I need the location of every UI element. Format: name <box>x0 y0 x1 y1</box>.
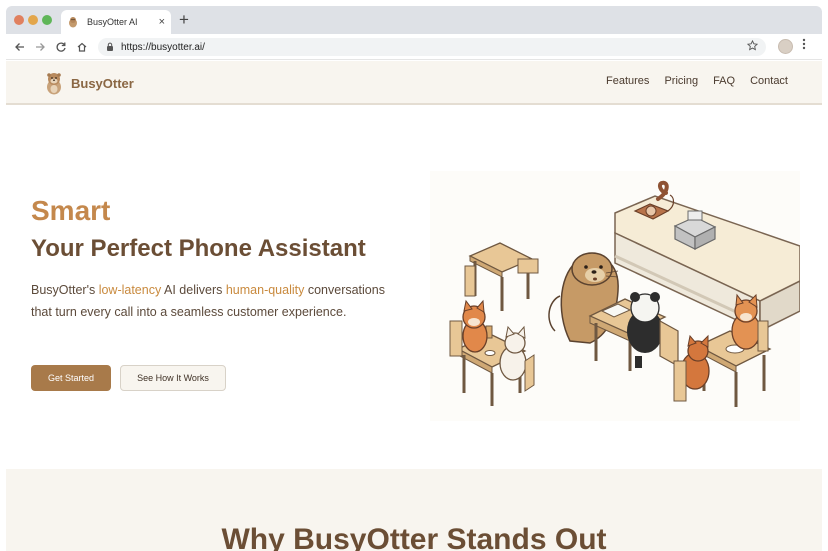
nav-faq[interactable]: FAQ <box>713 75 735 87</box>
hero-desc-highlight: low-latency <box>98 283 162 297</box>
brand-name: BusyOtter <box>71 75 134 91</box>
tab-bar: BusyOtter AI × + <box>6 6 822 34</box>
hero-title: Your Perfect Phone Assistant <box>31 235 366 262</box>
browser-tab[interactable]: BusyOtter AI × <box>61 10 171 34</box>
hero-desc-text: AI delivers <box>161 283 226 297</box>
maximize-window-button[interactable] <box>42 15 52 25</box>
home-icon[interactable] <box>74 39 90 55</box>
reload-icon[interactable] <box>53 39 69 55</box>
features-section: Why BusyOtter Stands Out <box>6 469 822 551</box>
hero-illustration <box>430 171 800 421</box>
menu-dots-icon[interactable] <box>802 38 806 53</box>
hero-desc-text: BusyOtter's <box>31 283 99 297</box>
main-nav: Features Pricing FAQ Contact <box>591 75 788 87</box>
close-window-button[interactable] <box>14 15 24 25</box>
tab-close-icon[interactable]: × <box>159 16 165 28</box>
nav-features[interactable]: Features <box>606 75 649 87</box>
nav-contact[interactable]: Contact <box>750 75 788 87</box>
features-title: Why BusyOtter Stands Out <box>221 523 607 551</box>
site-header: BusyOtter Features Pricing FAQ Contact <box>6 61 822 105</box>
forward-arrow-icon[interactable] <box>32 39 48 55</box>
profile-avatar[interactable] <box>778 39 793 54</box>
star-icon[interactable] <box>746 39 759 54</box>
otter-logo-icon <box>47 73 61 95</box>
otter-favicon-icon <box>69 17 77 28</box>
see-how-it-works-button[interactable]: See How It Works <box>120 365 226 391</box>
lock-icon <box>106 42 114 53</box>
address-bar[interactable]: https://busyotter.ai/ <box>98 38 766 56</box>
brand-logo[interactable]: BusyOtter <box>44 71 134 95</box>
tab-title: BusyOtter AI <box>87 17 138 27</box>
url-text: https://busyotter.ai/ <box>121 41 205 53</box>
hero-description: BusyOtter's low-latency AI delivers huma… <box>31 279 391 323</box>
minimize-window-button[interactable] <box>28 15 38 25</box>
back-arrow-icon[interactable] <box>12 39 28 55</box>
nav-pricing[interactable]: Pricing <box>664 75 698 87</box>
hero-desc-highlight: human-quality <box>225 283 305 297</box>
get-started-button[interactable]: Get Started <box>31 365 111 391</box>
new-tab-button[interactable]: + <box>179 10 189 30</box>
hero-kicker: Smart <box>31 195 111 226</box>
browser-toolbar: https://busyotter.ai/ <box>6 34 822 60</box>
browser-window: BusyOtter AI × + https://busyotter.ai/ B… <box>6 6 822 551</box>
